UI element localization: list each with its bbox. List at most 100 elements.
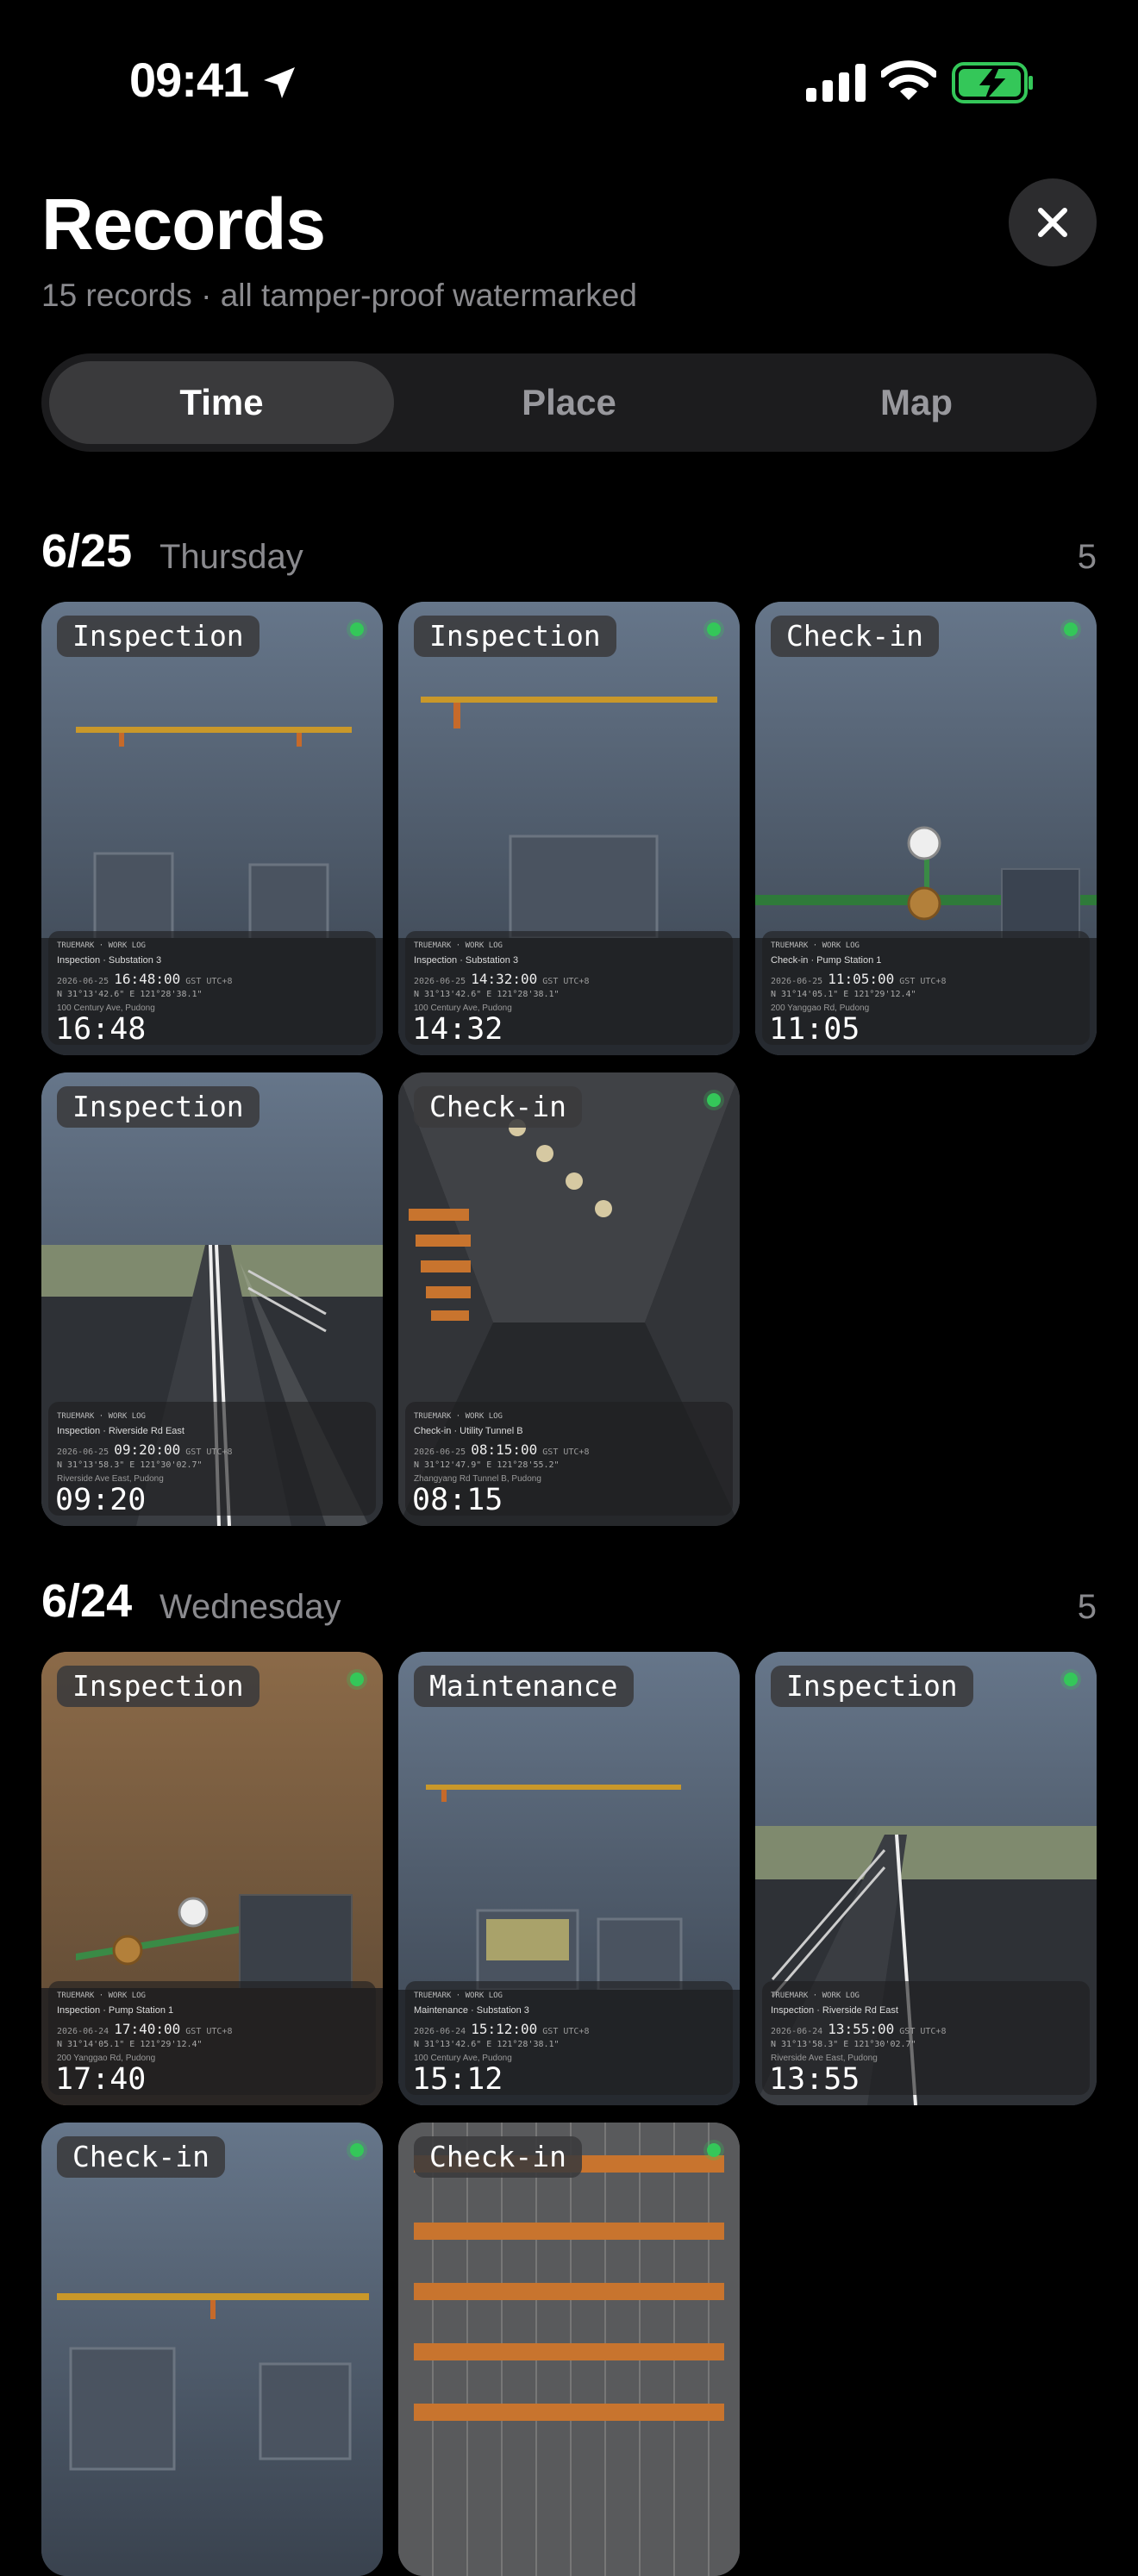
watermark-overlay: TRUEMARK · WORK LOG Maintenance · Substa… xyxy=(405,1981,733,2097)
watermark-datetime: 2026-06-25 14:32:00 GST UTC+8 xyxy=(414,971,590,987)
watermark-title: Inspection · Riverside Rd East xyxy=(771,2005,898,2016)
record-time: 14:32 xyxy=(412,1012,503,1047)
record-category-tag: Inspection xyxy=(57,1086,259,1128)
watermark-datetime: 2026-06-25 09:20:00 GST UTC+8 xyxy=(57,1441,233,1458)
watermark-overlay: TRUEMARK · WORK LOG Inspection · Substat… xyxy=(48,931,376,1047)
close-button[interactable] xyxy=(1009,178,1097,266)
watermark-overlay: TRUEMARK · WORK LOG Inspection · Pump St… xyxy=(48,1981,376,2097)
record-category-tag: Check-in xyxy=(771,616,939,657)
record-card[interactable]: Check-in xyxy=(398,2123,740,2576)
watermark-title: Inspection · Substation 3 xyxy=(57,955,162,966)
watermark-title: Maintenance · Substation 3 xyxy=(414,2005,529,2016)
record-card[interactable]: Inspection TRUEMARK · WORK LOG Inspectio… xyxy=(398,602,740,1055)
record-card[interactable]: Check-in TRUEMARK · WORK LOG Check-in · … xyxy=(755,602,1097,1055)
day-record-count: 5 xyxy=(1077,538,1097,576)
watermark-coordinates: N 31°13'58.3" E 121°30'02.7" xyxy=(771,2040,916,2049)
verified-status-dot xyxy=(1064,1673,1078,1686)
watermark-overlay: TRUEMARK · WORK LOG Check-in · Pump Stat… xyxy=(762,931,1090,1047)
record-category-tag: Check-in xyxy=(414,2136,582,2178)
watermark-datetime: 2026-06-24 13:55:00 GST UTC+8 xyxy=(771,2021,947,2037)
record-time: 17:40 xyxy=(55,2062,147,2097)
watermark-brand: TRUEMARK · WORK LOG xyxy=(414,1412,503,1421)
record-card[interactable]: Inspection TRUEMARK · WORK LOG Inspectio… xyxy=(41,1652,383,2105)
watermark-overlay: TRUEMARK · WORK LOG Check-in · Utility T… xyxy=(405,1402,733,1517)
record-card[interactable]: Inspection TRUEMARK · WORK LOG Inspectio… xyxy=(41,602,383,1055)
record-time: 15:12 xyxy=(412,2062,503,2097)
watermark-coordinates: N 31°13'42.6" E 121°28'38.1" xyxy=(414,2040,560,2049)
record-time: 16:48 xyxy=(55,1012,147,1047)
watermark-datetime: 2026-06-25 11:05:00 GST UTC+8 xyxy=(771,971,947,987)
watermark-coordinates: N 31°13'42.6" E 121°28'38.1" xyxy=(57,990,203,999)
day-record-count: 5 xyxy=(1077,1588,1097,1626)
watermark-brand: TRUEMARK · WORK LOG xyxy=(57,941,146,950)
verified-status-dot xyxy=(707,1093,721,1107)
record-category-tag: Maintenance xyxy=(414,1666,634,1707)
page-subtitle: 15 records · all tamper-proof watermarke… xyxy=(41,278,637,313)
day-date: 6/24 xyxy=(41,1575,133,1627)
verified-status-dot xyxy=(350,622,364,636)
watermark-title: Check-in · Pump Station 1 xyxy=(771,955,882,966)
watermark-datetime: 2026-06-24 17:40:00 GST UTC+8 xyxy=(57,2021,233,2037)
record-card[interactable]: Check-in xyxy=(41,2123,383,2576)
verified-status-dot xyxy=(350,2143,364,2157)
watermark-title: Inspection · Substation 3 xyxy=(414,955,519,966)
verified-status-dot xyxy=(707,622,721,636)
watermark-overlay: TRUEMARK · WORK LOG Inspection · Substat… xyxy=(405,931,733,1047)
record-time: 11:05 xyxy=(769,1012,860,1047)
segment-time[interactable]: Time xyxy=(49,361,394,444)
watermark-coordinates: N 31°14'05.1" E 121°29'12.4" xyxy=(57,2040,203,2049)
wifi-icon xyxy=(881,60,936,100)
photo-thumbnail xyxy=(41,2123,383,2576)
verified-status-dot xyxy=(1064,622,1078,636)
segment-map[interactable]: Map xyxy=(744,361,1089,444)
day-section-header: 6/25 Thursday 5 xyxy=(41,524,1097,585)
verified-status-dot xyxy=(707,2143,721,2157)
record-category-tag: Inspection xyxy=(771,1666,973,1707)
segment-place[interactable]: Place xyxy=(397,361,741,444)
watermark-overlay: TRUEMARK · WORK LOG Inspection · Riversi… xyxy=(762,1981,1090,2097)
day-date: 6/25 xyxy=(41,525,133,577)
watermark-overlay: TRUEMARK · WORK LOG Inspection · Riversi… xyxy=(48,1402,376,1517)
record-time: 13:55 xyxy=(769,2062,860,2097)
watermark-coordinates: N 31°14'05.1" E 121°29'12.4" xyxy=(771,990,916,999)
page-title: Records xyxy=(41,184,326,265)
cellular-signal-icon xyxy=(806,64,866,102)
watermark-coordinates: N 31°13'42.6" E 121°28'38.1" xyxy=(414,990,560,999)
watermark-brand: TRUEMARK · WORK LOG xyxy=(414,941,503,950)
watermark-coordinates: N 31°13'58.3" E 121°30'02.7" xyxy=(57,1460,203,1470)
record-category-tag: Inspection xyxy=(57,1666,259,1707)
record-card[interactable]: Inspection TRUEMARK · WORK LOG Inspectio… xyxy=(41,1072,383,1526)
watermark-title: Inspection · Pump Station 1 xyxy=(57,2005,174,2016)
watermark-datetime: 2026-06-25 16:48:00 GST UTC+8 xyxy=(57,971,233,987)
record-category-tag: Inspection xyxy=(57,616,259,657)
watermark-brand: TRUEMARK · WORK LOG xyxy=(57,1991,146,2000)
watermark-brand: TRUEMARK · WORK LOG xyxy=(57,1412,146,1421)
status-bar: 09:41 xyxy=(0,0,1138,164)
view-segmented-control: Time Place Map xyxy=(41,353,1097,452)
record-time: 09:20 xyxy=(55,1483,147,1517)
record-category-tag: Check-in xyxy=(57,2136,225,2178)
record-time: 08:15 xyxy=(412,1483,503,1517)
watermark-title: Inspection · Riverside Rd East xyxy=(57,1426,184,1436)
record-card[interactable]: Inspection TRUEMARK · WORK LOG Inspectio… xyxy=(755,1652,1097,2105)
battery-charging-icon xyxy=(952,62,1033,103)
day-section-header: 6/24 Wednesday 5 xyxy=(41,1574,1097,1635)
watermark-brand: TRUEMARK · WORK LOG xyxy=(414,1991,503,2000)
watermark-title: Check-in · Utility Tunnel B xyxy=(414,1426,523,1436)
photo-thumbnail xyxy=(398,2123,740,2576)
watermark-coordinates: N 31°12'47.9" E 121°28'55.2" xyxy=(414,1460,560,1470)
watermark-brand: TRUEMARK · WORK LOG xyxy=(771,1991,860,2000)
watermark-datetime: 2026-06-24 15:12:00 GST UTC+8 xyxy=(414,2021,590,2037)
verified-status-dot xyxy=(350,1673,364,1686)
record-category-tag: Check-in xyxy=(414,1086,582,1128)
record-card[interactable]: Check-in TRUEMARK · WORK LOG Check-in · … xyxy=(398,1072,740,1526)
record-card[interactable]: Maintenance TRUEMARK · WORK LOG Maintena… xyxy=(398,1652,740,2105)
watermark-brand: TRUEMARK · WORK LOG xyxy=(771,941,860,950)
location-arrow-icon xyxy=(264,67,295,98)
close-icon xyxy=(1038,208,1067,237)
day-weekday: Thursday xyxy=(159,538,303,576)
status-time: 09:41 xyxy=(129,53,249,107)
record-category-tag: Inspection xyxy=(414,616,616,657)
watermark-datetime: 2026-06-25 08:15:00 GST UTC+8 xyxy=(414,1441,590,1458)
day-weekday: Wednesday xyxy=(159,1588,341,1626)
